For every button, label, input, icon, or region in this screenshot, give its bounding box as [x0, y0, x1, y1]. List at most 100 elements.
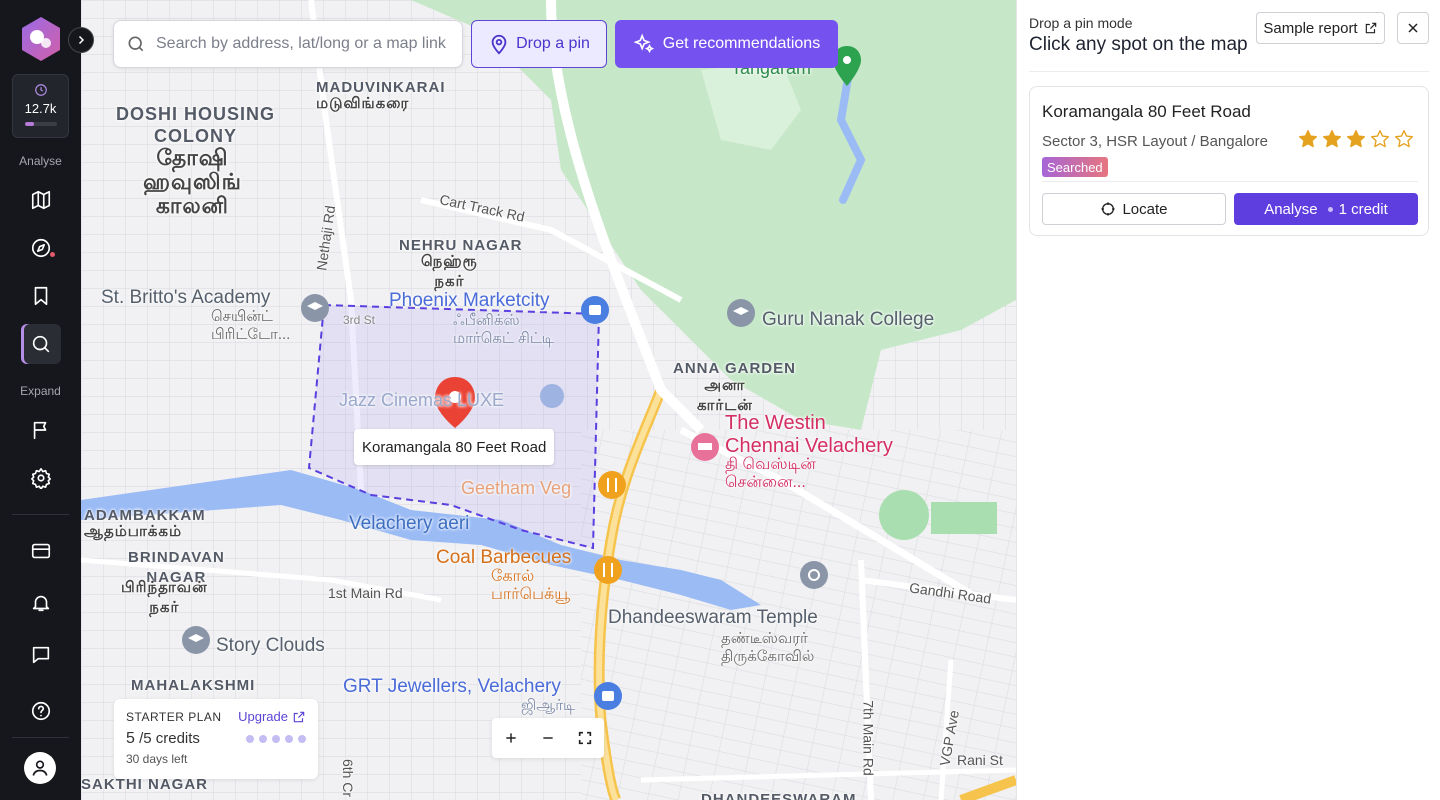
user-icon [32, 760, 48, 776]
area-label: DHANDEESWARAM [701, 791, 857, 800]
locate-button[interactable]: Locate [1042, 193, 1226, 225]
search-bar[interactable] [113, 20, 463, 68]
nav-saved-button[interactable] [21, 276, 61, 316]
nav-chat-button[interactable] [21, 635, 61, 675]
upgrade-label: Upgrade [238, 709, 288, 724]
drop-pin-label: Drop a pin [516, 35, 590, 52]
nav-search-button[interactable] [20, 324, 61, 364]
bell-icon [32, 595, 49, 612]
water-label: Velachery aeri [349, 513, 470, 534]
poi-label[interactable]: St. Britto's Academy [101, 287, 270, 309]
sparkles-icon [633, 33, 654, 54]
temple-marker[interactable] [800, 561, 828, 589]
map-canvas[interactable]: DOSHI HOUSING COLONY தோஷி ஹவுஸிங் காலனி … [81, 0, 1016, 800]
poi-label[interactable]: Story Clouds [216, 635, 325, 657]
section-analyse-label: Analyse [19, 154, 62, 168]
search-icon [32, 335, 49, 353]
shopping-marker[interactable] [581, 296, 609, 324]
school-marker[interactable] [727, 299, 755, 327]
drop-pin-button[interactable]: Drop a pin [471, 20, 607, 68]
poi-label[interactable]: The Westin Chennai Velachery [725, 412, 893, 458]
restaurant-marker[interactable] [594, 556, 622, 584]
poi-label: செயின்ட் பிரிட்டோ... [211, 308, 291, 343]
separator-dot [1327, 206, 1333, 212]
search-input[interactable] [156, 35, 451, 53]
analyse-label: Analyse [1264, 200, 1318, 218]
nav-notifications-button[interactable] [21, 583, 61, 623]
poi-label[interactable]: Coal Barbecues [436, 547, 571, 569]
poi-label: தண்டீஸ்வரர் திருக்கோவில் [721, 630, 815, 665]
close-button[interactable] [1397, 12, 1429, 44]
nav-billing-button[interactable] [21, 531, 61, 571]
upgrade-link[interactable]: Upgrade [238, 709, 306, 724]
poi-label[interactable]: Guru Nanak College [762, 309, 934, 331]
nav-map-button[interactable] [21, 180, 61, 220]
app-window: 12.7k Analyse Expand DOSHI HOUSING COLON… [0, 0, 1440, 800]
road-label: Rani St [957, 752, 1003, 768]
chat-icon [32, 646, 49, 664]
chevron-right-icon [78, 35, 85, 45]
plan-credits: 5 /5 credits [126, 730, 200, 748]
school-marker[interactable] [182, 626, 210, 654]
restaurant-marker[interactable] [598, 471, 626, 499]
external-link-icon [293, 711, 305, 722]
crosshair-icon [1101, 202, 1116, 216]
poi-label[interactable]: Phoenix Marketcity [389, 290, 550, 312]
cinema-marker[interactable] [540, 384, 564, 408]
star-filled-icon [1323, 130, 1341, 148]
poi-label[interactable]: Geetham Veg [461, 478, 571, 499]
credits-value: 12.7k [24, 101, 57, 116]
area-label: MAHALAKSHMI [131, 677, 256, 694]
recommendations-label: Get recommendations [662, 35, 821, 52]
nav-help-button[interactable] [21, 691, 61, 731]
map-icon [31, 190, 50, 210]
nav-explore-button[interactable] [21, 228, 61, 268]
area-label: தோஷி ஹவுஸிங் காலனி [143, 145, 242, 218]
fullscreen-button[interactable] [571, 724, 599, 752]
plan-card: STARTER PLAN Upgrade 5 /5 credits 30 day… [114, 699, 318, 779]
poi-label[interactable]: Dhandeeswaram Temple [608, 607, 818, 629]
zoom-out-button[interactable] [534, 724, 562, 752]
get-recommendations-button[interactable]: Get recommendations [615, 20, 838, 68]
nav-expand-button[interactable] [21, 410, 61, 450]
poi-label[interactable]: GRT Jewellers, Velachery [343, 676, 561, 698]
help-icon [31, 701, 50, 721]
star-empty-icon [1395, 130, 1413, 148]
plan-name: STARTER PLAN [126, 709, 222, 724]
credits-bar [24, 122, 57, 126]
left-rail: 12.7k Analyse Expand [0, 0, 81, 800]
poi-label: ஃபீனிக்ஸ் மார்கெட் சிட்டி [453, 312, 554, 347]
poi-label: ஜிஆர்டி [521, 697, 575, 714]
clock-icon [34, 84, 47, 96]
road-label: 6th Cr [340, 758, 357, 798]
location-result-card[interactable]: Koramangala 80 Feet Road Sector 3, HSR L… [1029, 86, 1429, 236]
zoom-in-button[interactable] [497, 724, 525, 752]
status-badge: Searched [1042, 157, 1108, 177]
area-label: அனா கார்டன் [697, 377, 753, 414]
analyse-cost: 1 credit [1338, 200, 1388, 218]
locate-label: Locate [1122, 200, 1168, 218]
area-label: மடுவிங்கரை [316, 95, 410, 112]
star-empty-icon [1371, 130, 1389, 148]
collapse-sidebar-button[interactable] [68, 27, 94, 53]
map-pin-icon [491, 34, 507, 55]
poi-label: கோல் பார்பெக்யூ [491, 568, 571, 603]
credits-meter[interactable]: 12.7k [12, 74, 69, 138]
poi-label[interactable]: Jazz Cinemas LUXE [339, 390, 504, 411]
school-marker[interactable] [301, 294, 329, 322]
rating-stars [1298, 129, 1414, 149]
nav-settings-button[interactable] [21, 458, 61, 498]
result-name: Koramangala 80 Feet Road [1042, 102, 1251, 121]
bookmark-icon [34, 286, 47, 306]
sample-report-button[interactable]: Sample report [1256, 12, 1385, 44]
right-panel: Drop a pin mode Click any spot on the ma… [1016, 0, 1440, 800]
analyse-button[interactable]: Analyse 1 credit [1234, 193, 1418, 225]
shopping-marker[interactable] [594, 682, 622, 710]
logo[interactable] [20, 16, 62, 62]
mode-label: Drop a pin mode [1029, 15, 1133, 31]
credit-card-icon [31, 543, 50, 559]
area-label: ஆதம்பாக்கம் [84, 523, 183, 540]
user-avatar[interactable] [24, 752, 56, 784]
hotel-marker[interactable] [691, 433, 719, 461]
star-filled-icon [1299, 130, 1317, 148]
